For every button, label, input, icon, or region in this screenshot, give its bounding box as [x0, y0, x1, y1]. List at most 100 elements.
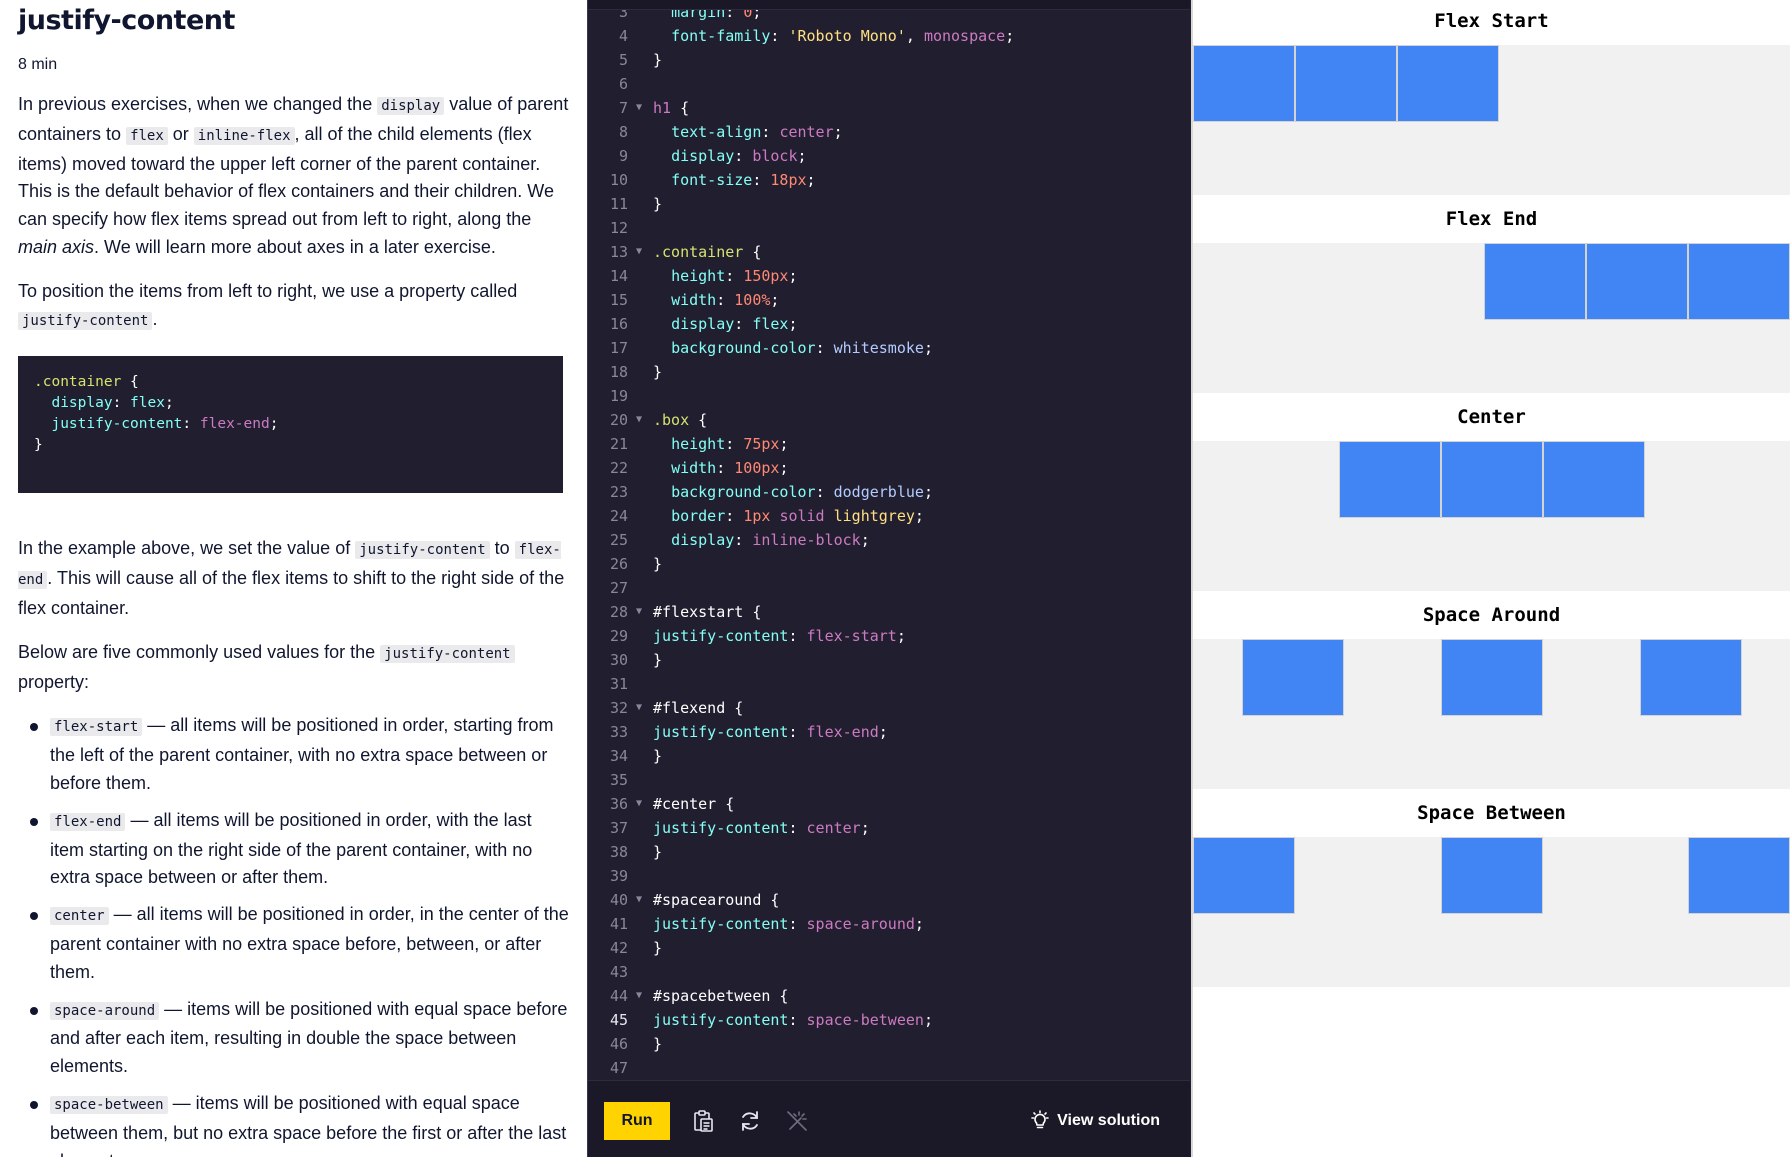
code-text: #flexstart { — [653, 603, 762, 621]
code-text: .box { — [653, 411, 708, 429]
code-line[interactable]: 37 justify-content: center; — [588, 816, 1188, 840]
code-line[interactable]: 21 height: 75px; — [588, 432, 1188, 456]
code-line[interactable]: 22 width: 100px; — [588, 456, 1188, 480]
code-line[interactable]: 35 — [588, 768, 1188, 792]
magic-wand-icon[interactable] — [783, 1107, 811, 1135]
inline-code: justify-content — [355, 541, 490, 560]
code-line[interactable]: 9 display: block; — [588, 144, 1188, 168]
code-text: h1 { — [653, 99, 690, 117]
refresh-icon[interactable] — [736, 1107, 764, 1135]
code-line[interactable]: 24 border: 1px solid lightgrey; — [588, 504, 1188, 528]
code-line[interactable]: 33 justify-content: flex-end; — [588, 720, 1188, 744]
code-line[interactable]: 32 ▼ #flexend { — [588, 696, 1188, 720]
fold-arrow-icon[interactable]: ▼ — [636, 600, 642, 624]
code-line[interactable]: 40 ▼ #spacearound { — [588, 888, 1188, 912]
code-line[interactable]: 8 text-align: center; — [588, 120, 1188, 144]
code-line[interactable]: 17 background-color: whitesmoke; — [588, 336, 1188, 360]
view-solution-button[interactable]: View solution — [1029, 1107, 1160, 1135]
code-line[interactable]: 5} — [588, 48, 1188, 72]
line-number: 7 — [618, 99, 628, 117]
code-line[interactable]: 38} — [588, 840, 1188, 864]
preview-heading: Flex Start — [1434, 10, 1549, 32]
code-line[interactable]: 44 ▼ #spacebetween { — [588, 984, 1188, 1008]
flex-box — [1441, 837, 1543, 914]
fold-arrow-icon[interactable]: ▼ — [636, 408, 642, 432]
code-line[interactable]: 31 — [588, 672, 1188, 696]
code-line[interactable]: 20 ▼ .box { — [588, 408, 1188, 432]
line-number: 28 — [609, 603, 628, 621]
code-line[interactable]: 26} — [588, 552, 1188, 576]
code-text: } — [653, 1035, 663, 1053]
code-text: display: block; — [671, 147, 807, 165]
line-number: 46 — [609, 1035, 628, 1053]
code-text: font-family: 'Roboto Mono', monospace; — [671, 27, 1015, 45]
code-text: #center { — [653, 795, 735, 813]
flex-box — [1193, 837, 1295, 914]
lesson-title: justify-content — [18, 5, 235, 36]
line-number: 13 — [609, 243, 628, 261]
line-number: 41 — [609, 915, 628, 933]
inline-code: justify-content — [18, 311, 153, 330]
fold-arrow-icon[interactable]: ▼ — [636, 792, 642, 816]
code-line[interactable]: 41 justify-content: space-around; — [588, 912, 1188, 936]
code-text: } — [653, 51, 663, 69]
editor-tab-bar — [588, 0, 1190, 10]
code-line[interactable]: 4 font-family: 'Roboto Mono', monospace; — [588, 24, 1188, 48]
fold-arrow-icon[interactable]: ▼ — [636, 696, 642, 720]
fold-arrow-icon[interactable]: ▼ — [636, 984, 642, 1008]
code-line[interactable]: 25 display: inline-block; — [588, 528, 1188, 552]
list-item: flex-end — all items will be positioned … — [18, 807, 569, 892]
paragraph-position: To position the items from left to right… — [18, 280, 518, 330]
code-line[interactable]: 12 — [588, 216, 1188, 240]
code-text: height: 150px; — [671, 267, 798, 285]
line-number: 18 — [609, 363, 628, 381]
list-item: space-between — items will be positioned… — [18, 1090, 569, 1157]
code-line[interactable]: 13 ▼ .container { — [588, 240, 1188, 264]
code-line[interactable]: 27 — [588, 576, 1188, 600]
line-number: 29 — [609, 627, 628, 645]
code-line[interactable]: 19 — [588, 384, 1188, 408]
lesson-panel: justify-content 8 min In previous exerci… — [0, 0, 587, 1157]
code-line[interactable]: 16 display: flex; — [588, 312, 1188, 336]
code-line[interactable]: 34} — [588, 744, 1188, 768]
code-line[interactable]: 10 font-size: 18px; — [588, 168, 1188, 192]
code-text: background-color: whitesmoke; — [671, 339, 933, 357]
code-line[interactable]: 29 justify-content: flex-start; — [588, 624, 1188, 648]
code-text: } — [653, 555, 663, 573]
code-line[interactable]: 43 — [588, 960, 1188, 984]
code-text: justify-content: flex-start; — [653, 627, 906, 645]
code-line[interactable]: 23 background-color: dodgerblue; — [588, 480, 1188, 504]
code-line[interactable]: 6 — [588, 72, 1188, 96]
line-number: 11 — [609, 195, 628, 213]
run-button[interactable]: Run — [604, 1102, 670, 1140]
code-line[interactable]: 46} — [588, 1032, 1188, 1056]
code-line[interactable]: 39 — [588, 864, 1188, 888]
inline-code: justify-content — [380, 644, 515, 663]
fold-arrow-icon[interactable]: ▼ — [636, 240, 642, 264]
flex-box — [1688, 243, 1790, 320]
flex-box — [1441, 639, 1543, 716]
code-text: #spacearound { — [653, 891, 780, 909]
code-text: background-color: dodgerblue; — [671, 483, 933, 501]
code-line[interactable]: 11} — [588, 192, 1188, 216]
code-line[interactable]: 45 justify-content: space-between; — [588, 1008, 1188, 1032]
code-editor[interactable]: 3 margin: 0; 4 font-family: 'Roboto Mono'… — [588, 0, 1190, 1080]
fold-arrow-icon[interactable]: ▼ — [636, 96, 642, 120]
code-line[interactable]: 14 height: 150px; — [588, 264, 1188, 288]
line-number: 24 — [609, 507, 628, 525]
code-line[interactable]: 42} — [588, 936, 1188, 960]
code-line[interactable]: 36 ▼ #center { — [588, 792, 1188, 816]
code-line[interactable]: 30} — [588, 648, 1188, 672]
flex-box — [1339, 441, 1441, 518]
code-line[interactable]: 28 ▼ #flexstart { — [588, 600, 1188, 624]
code-line[interactable]: 18} — [588, 360, 1188, 384]
code-line[interactable]: 47 — [588, 1056, 1188, 1080]
clipboard-icon[interactable] — [689, 1107, 717, 1135]
line-number: 31 — [609, 675, 628, 693]
line-number: 10 — [609, 171, 628, 189]
line-number: 33 — [609, 723, 628, 741]
line-number: 19 — [609, 387, 628, 405]
fold-arrow-icon[interactable]: ▼ — [636, 888, 642, 912]
code-line[interactable]: 7 ▼ h1 { — [588, 96, 1188, 120]
code-line[interactable]: 15 width: 100%; — [588, 288, 1188, 312]
